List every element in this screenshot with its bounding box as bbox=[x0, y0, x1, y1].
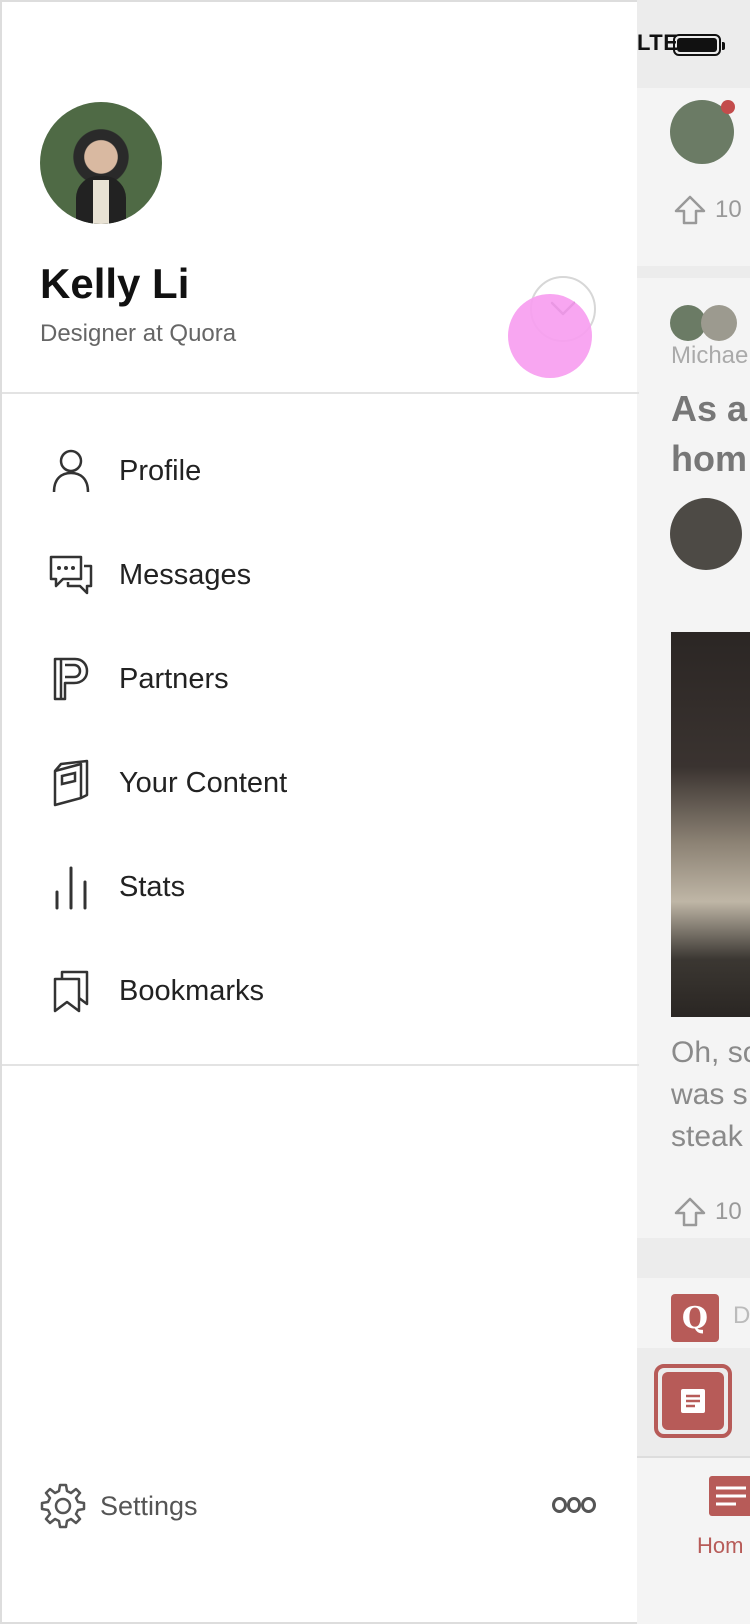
write-button[interactable] bbox=[654, 1364, 732, 1438]
feed-photo[interactable] bbox=[671, 632, 750, 1017]
feed-avatar bbox=[670, 498, 742, 570]
upvote-button[interactable]: 10 bbox=[673, 194, 742, 226]
divider bbox=[2, 1064, 639, 1066]
feed-avatar bbox=[701, 305, 737, 341]
stats-icon bbox=[46, 862, 96, 912]
menu-item-bookmarks[interactable]: Bookmarks bbox=[2, 946, 639, 1036]
question-line: hom bbox=[671, 438, 747, 479]
partners-icon bbox=[46, 654, 96, 704]
screen: LTE 10 Michae As a hom Oh, so was s stea… bbox=[0, 0, 750, 1624]
battery-icon bbox=[673, 34, 725, 56]
upvote-icon bbox=[674, 1197, 706, 1227]
notification-dot bbox=[721, 100, 735, 114]
gear-icon bbox=[40, 1483, 86, 1529]
upvote-icon bbox=[674, 195, 706, 225]
menu-item-label: Your Content bbox=[119, 766, 288, 799]
snippet-line: Oh, so bbox=[671, 1036, 750, 1069]
background-feed: LTE 10 Michae As a hom Oh, so was s stea… bbox=[637, 0, 750, 1624]
divider bbox=[2, 392, 639, 394]
menu-item-label: Stats bbox=[119, 870, 186, 903]
more-icon-dot bbox=[566, 1497, 582, 1513]
menu-item-messages[interactable]: Messages bbox=[2, 530, 639, 620]
content-icon bbox=[46, 758, 96, 808]
more-icon-dot bbox=[581, 1497, 597, 1513]
upvote-count: 10 bbox=[715, 196, 742, 223]
menu-item-your-content[interactable]: Your Content bbox=[2, 738, 639, 828]
person-icon bbox=[46, 446, 96, 496]
ask-prompt[interactable]: D bbox=[733, 1302, 750, 1330]
bookmarks-icon bbox=[46, 966, 96, 1016]
profile-name[interactable]: Kelly Li bbox=[40, 260, 189, 308]
menu-item-label: Bookmarks bbox=[119, 974, 265, 1007]
profile-title: Designer at Quora bbox=[40, 320, 237, 347]
menu-item-profile[interactable]: Profile bbox=[2, 426, 639, 516]
menu-item-partners[interactable]: Partners bbox=[2, 634, 639, 724]
snippet-line: was s bbox=[671, 1078, 748, 1111]
settings-button[interactable]: Settings bbox=[40, 1482, 198, 1530]
upvote-button[interactable]: 10 bbox=[673, 1196, 742, 1228]
feed-snippet[interactable]: Oh, so was s steak bbox=[671, 1032, 750, 1158]
tab-home[interactable]: Hom bbox=[697, 1533, 743, 1559]
settings-label: Settings bbox=[100, 1490, 198, 1521]
feed-question-title[interactable]: As a hom bbox=[671, 384, 747, 484]
messages-icon bbox=[46, 550, 96, 600]
question-line: As a bbox=[671, 388, 748, 429]
avatar[interactable] bbox=[40, 102, 162, 224]
quora-badge: Q bbox=[671, 1294, 719, 1342]
write-icon bbox=[662, 1372, 724, 1430]
feed-author: Michae bbox=[671, 342, 749, 369]
menu-item-stats[interactable]: Stats bbox=[2, 842, 639, 932]
upvote-count: 10 bbox=[715, 1198, 742, 1225]
menu-item-label: Profile bbox=[119, 454, 202, 487]
touch-indicator bbox=[508, 294, 592, 378]
more-icon bbox=[552, 1497, 567, 1513]
snippet-line: steak bbox=[671, 1120, 743, 1153]
side-drawer: Kelly Li Designer at Quora Profile Messa… bbox=[0, 0, 639, 1624]
home-tab-icon[interactable] bbox=[709, 1476, 750, 1521]
menu-item-label: Messages bbox=[119, 558, 252, 591]
more-button[interactable] bbox=[552, 1490, 597, 1520]
menu-item-label: Partners bbox=[119, 662, 229, 695]
